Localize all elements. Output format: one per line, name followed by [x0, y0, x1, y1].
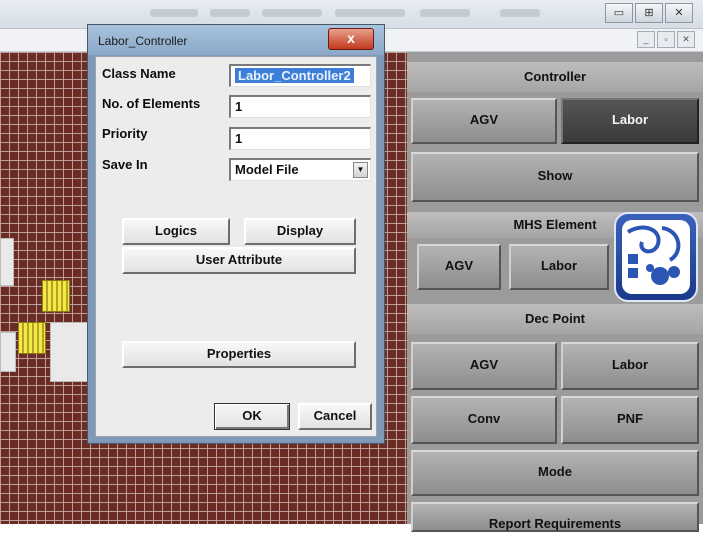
controller-agv-button[interactable]: AGV: [411, 98, 557, 144]
priority-label: Priority: [102, 126, 148, 141]
class-name-field[interactable]: Labor_Controller2: [229, 64, 371, 87]
dec-labor-button[interactable]: Labor: [561, 342, 699, 390]
close-window-icon[interactable]: ✕: [665, 3, 693, 23]
model-block[interactable]: [0, 332, 16, 372]
display-button[interactable]: Display: [244, 218, 356, 245]
priority-field[interactable]: 1: [229, 127, 371, 150]
restore-icon[interactable]: ▭: [605, 3, 633, 23]
maximize-icon[interactable]: ⊞: [635, 3, 663, 23]
num-elements-field[interactable]: 1: [229, 95, 371, 118]
user-attribute-button[interactable]: User Attribute: [122, 247, 356, 274]
labor-element[interactable]: [42, 280, 70, 312]
report-requirements-button[interactable]: Report Requirements: [411, 502, 699, 532]
blurred-text: [335, 9, 405, 17]
panel-header-dec-point: Dec Point: [407, 304, 703, 334]
dec-agv-button[interactable]: AGV: [411, 342, 557, 390]
labor-element[interactable]: [18, 322, 46, 354]
restore-sub-icon[interactable]: ▫: [657, 31, 675, 48]
panel-header-controller: Controller: [407, 62, 703, 92]
save-in-label: Save In: [102, 157, 148, 172]
blurred-text: [210, 9, 250, 17]
close-icon[interactable]: x: [328, 28, 374, 50]
blurred-text: [420, 9, 470, 17]
blurred-text: [262, 9, 322, 17]
ok-button[interactable]: OK: [214, 403, 290, 430]
mhs-agv-button[interactable]: AGV: [417, 244, 501, 290]
dropdown-arrow-icon[interactable]: ▼: [353, 162, 368, 178]
class-name-label: Class Name: [102, 66, 176, 81]
labor-controller-dialog: Labor_Controller x Class Name Labor_Cont…: [87, 24, 385, 444]
minimize-icon[interactable]: _: [637, 31, 655, 48]
blurred-text: [150, 9, 198, 17]
mode-button[interactable]: Mode: [411, 450, 699, 496]
properties-button[interactable]: Properties: [122, 341, 356, 368]
model-block[interactable]: [0, 238, 14, 286]
show-button[interactable]: Show: [411, 152, 699, 202]
logics-button[interactable]: Logics: [122, 218, 230, 245]
app-logo-icon: [614, 212, 698, 302]
dec-pnf-button[interactable]: PNF: [561, 396, 699, 444]
model-block[interactable]: [50, 322, 90, 382]
mhs-labor-button[interactable]: Labor: [509, 244, 609, 290]
dialog-titlebar[interactable]: Labor_Controller x: [88, 25, 384, 55]
num-elements-label: No. of Elements: [102, 96, 201, 111]
save-in-select[interactable]: Model File ▼: [229, 158, 371, 181]
controller-labor-button[interactable]: Labor: [561, 98, 699, 144]
close-sub-icon[interactable]: ✕: [677, 31, 695, 48]
blurred-text: [500, 9, 540, 17]
dec-conv-button[interactable]: Conv: [411, 396, 557, 444]
cancel-button[interactable]: Cancel: [298, 403, 372, 430]
dialog-title: Labor_Controller: [98, 34, 188, 48]
dialog-body: Class Name Labor_Controller2 No. of Elem…: [95, 56, 377, 437]
save-in-value: Model File: [235, 162, 299, 177]
